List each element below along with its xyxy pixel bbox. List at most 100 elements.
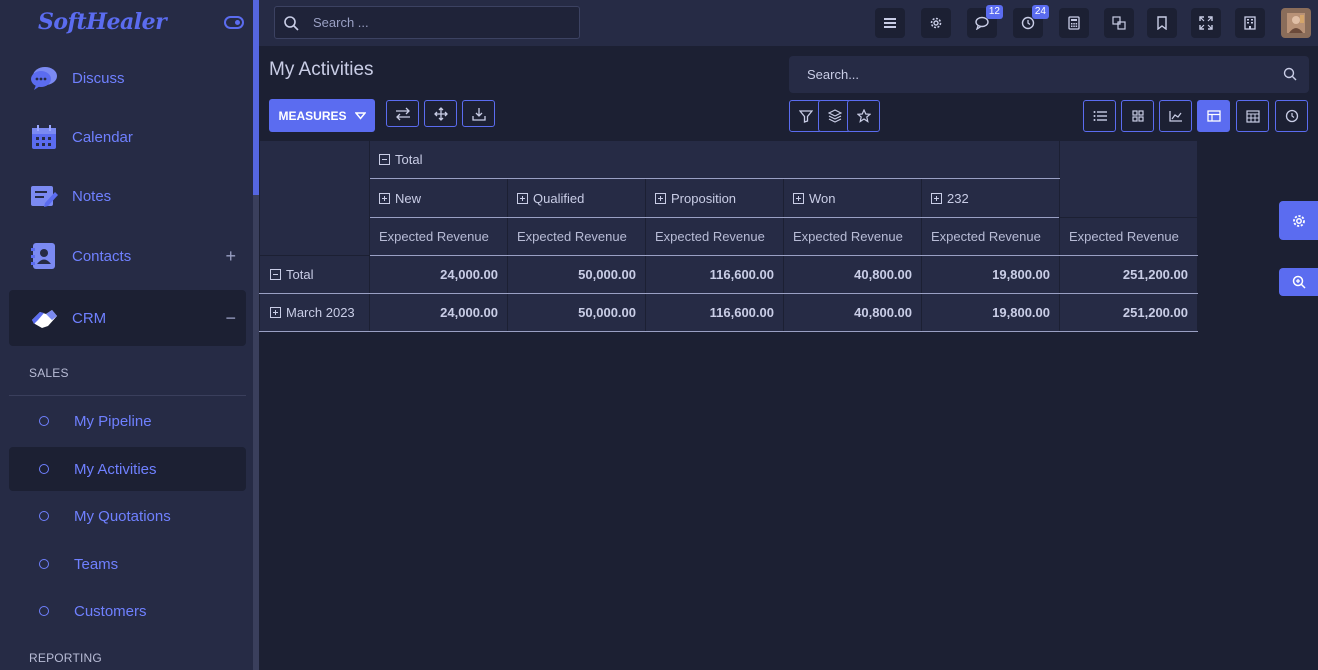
- bookmarks-button[interactable]: [1147, 8, 1177, 38]
- measure-header[interactable]: Expected Revenue: [783, 217, 922, 256]
- list-view-button[interactable]: [1083, 100, 1116, 132]
- pivot-cell[interactable]: 24,000.00: [369, 255, 508, 294]
- sidebar-item-label: My Activities: [74, 460, 157, 478]
- sidebar-item-calendar[interactable]: Calendar: [9, 109, 246, 165]
- measure-header[interactable]: Expected Revenue: [369, 217, 508, 256]
- row-header-label: March 2023: [286, 305, 355, 320]
- sidebar-item-contacts[interactable]: Contacts +: [9, 228, 246, 284]
- grid-icon: [1131, 110, 1144, 122]
- measure-header[interactable]: Expected Revenue: [507, 217, 646, 256]
- pivot-view-button[interactable]: [1197, 100, 1230, 132]
- section-label-reporting: REPORTING: [29, 651, 102, 665]
- pivot-cell[interactable]: 19,800.00: [921, 255, 1060, 294]
- avatar-image: [1287, 13, 1305, 33]
- pivot-cell[interactable]: 50,000.00: [507, 255, 646, 294]
- collapse-crm-button[interactable]: −: [225, 308, 236, 329]
- pivot-cell[interactable]: 19,800.00: [921, 293, 1060, 332]
- expand-all-button[interactable]: [424, 100, 457, 127]
- handshake-icon: [30, 304, 58, 332]
- favorites-button[interactable]: [847, 100, 880, 132]
- user-avatar[interactable]: [1281, 8, 1311, 38]
- graph-view-button[interactable]: [1159, 100, 1192, 132]
- sidebar-item-my-activities[interactable]: My Activities: [9, 447, 246, 491]
- measure-header[interactable]: Expected Revenue: [921, 217, 1060, 256]
- sidebar-item-label: CRM: [72, 309, 107, 327]
- brand-logo[interactable]: SoftHealer: [38, 9, 167, 35]
- activity-view-button[interactable]: [1275, 100, 1308, 132]
- sidebar-toggle-icon[interactable]: [224, 16, 244, 29]
- company-switcher-button[interactable]: [1235, 8, 1265, 38]
- sidebar-item-discuss[interactable]: Discuss: [9, 50, 246, 106]
- view-search-input[interactable]: Search...: [789, 56, 1309, 93]
- measure-header[interactable]: Expected Revenue: [1059, 217, 1198, 256]
- col-header-total-spacer: [1059, 140, 1198, 218]
- col-header-group[interactable]: Proposition: [645, 178, 784, 218]
- col-header-label: New: [395, 190, 422, 206]
- layers-icon: [827, 109, 842, 123]
- search-placeholder: Search ...: [313, 15, 369, 30]
- sidebar-item-teams[interactable]: Teams: [9, 542, 246, 586]
- expand-icon: [1199, 16, 1213, 30]
- search-icon: [284, 15, 299, 31]
- sidebar-item-notes[interactable]: Notes: [9, 168, 246, 224]
- table-icon: [1206, 110, 1221, 122]
- building-icon: [1244, 16, 1256, 30]
- sidebar-item-crm[interactable]: CRM −: [9, 290, 246, 346]
- pivot-cell-total[interactable]: 251,200.00: [1059, 293, 1198, 332]
- table-row: March 2023 24,000.00 50,000.00 116,600.0…: [259, 293, 1198, 332]
- search-icon: [1283, 67, 1297, 81]
- collapse-icon: [379, 154, 390, 165]
- language-button[interactable]: [1104, 8, 1134, 38]
- col-header-group[interactable]: 232: [921, 178, 1060, 218]
- pivot-cell[interactable]: 50,000.00: [507, 293, 646, 332]
- sidebar-scrollbar[interactable]: [253, 0, 259, 670]
- calculator-icon: [1068, 16, 1080, 30]
- measures-dropdown-button[interactable]: MEASURES: [269, 99, 375, 132]
- measure-header[interactable]: Expected Revenue: [645, 217, 784, 256]
- download-icon: [471, 107, 486, 121]
- expand-contacts-button[interactable]: +: [225, 246, 236, 267]
- pivot-cell[interactable]: 40,800.00: [783, 293, 922, 332]
- col-header-group[interactable]: Won: [783, 178, 922, 218]
- calculator-button[interactable]: [1059, 8, 1089, 38]
- contacts-icon: [30, 242, 58, 270]
- global-search-input[interactable]: Search ...: [274, 6, 580, 39]
- chevron-down-icon: [354, 111, 366, 120]
- pivot-cell[interactable]: 116,600.00: [645, 293, 784, 332]
- collapse-icon: [270, 269, 281, 280]
- row-header-month[interactable]: March 2023: [259, 293, 370, 332]
- sidebar-item-my-quotations[interactable]: My Quotations: [9, 494, 246, 538]
- sidebar-item-label: Customers: [74, 602, 147, 620]
- pivot-cell[interactable]: 24,000.00: [369, 293, 508, 332]
- download-xlsx-button[interactable]: [462, 100, 495, 127]
- layout-settings-button[interactable]: [875, 8, 905, 38]
- expand-icon: [517, 192, 528, 204]
- col-header-group[interactable]: Qualified: [507, 178, 646, 218]
- circle-icon: [39, 511, 49, 521]
- expand-icon: [270, 307, 281, 318]
- pivot-cell[interactable]: 116,600.00: [645, 255, 784, 294]
- measures-label: MEASURES: [278, 108, 347, 123]
- messages-button[interactable]: 12: [967, 5, 1003, 38]
- kanban-view-button[interactable]: [1121, 100, 1154, 132]
- fullscreen-button[interactable]: [1191, 8, 1221, 38]
- notes-icon: [30, 182, 58, 210]
- col-header-group[interactable]: New: [369, 178, 508, 218]
- messages-badge: 12: [985, 5, 1003, 19]
- sidebar-item-customers[interactable]: Customers: [9, 589, 246, 633]
- pivot-cell[interactable]: 40,800.00: [783, 255, 922, 294]
- settings-button[interactable]: [921, 8, 951, 38]
- filter-icon: [798, 110, 813, 123]
- top-bar: Search ... 12 24: [259, 0, 1318, 46]
- activities-button[interactable]: 24: [1013, 5, 1049, 38]
- row-header-total[interactable]: Total: [259, 255, 370, 294]
- col-header-total[interactable]: Total: [369, 140, 1060, 179]
- col-header-label: Proposition: [671, 190, 737, 206]
- theme-settings-tab[interactable]: [1279, 201, 1318, 240]
- zoom-tab[interactable]: [1279, 268, 1318, 296]
- sidebar-item-label: Teams: [74, 555, 119, 573]
- flip-axis-button[interactable]: [386, 100, 419, 127]
- sidebar-item-my-pipeline[interactable]: My Pipeline: [9, 399, 246, 443]
- calendar-view-button[interactable]: [1236, 100, 1269, 132]
- pivot-cell-total[interactable]: 251,200.00: [1059, 255, 1198, 294]
